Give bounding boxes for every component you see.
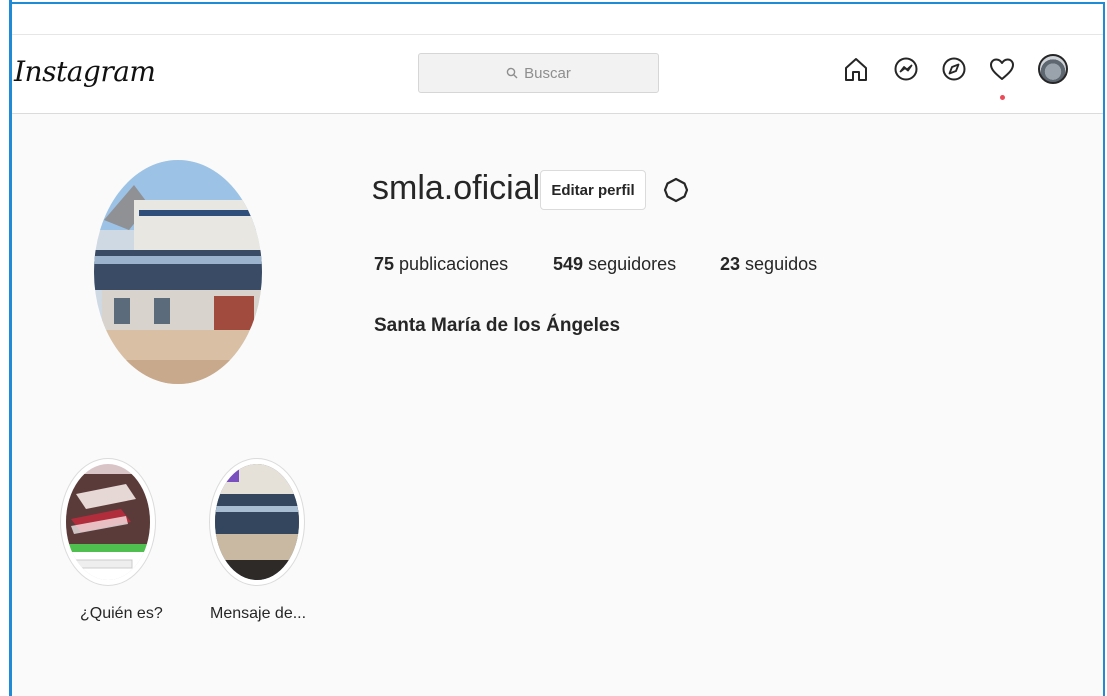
following-count[interactable]: 23 seguidos — [720, 254, 817, 275]
highlight-label[interactable]: ¿Quién es? — [80, 605, 163, 623]
school-building-photo — [94, 160, 262, 384]
highlight-cover-image — [66, 464, 150, 580]
followers-count[interactable]: 549 seguidores — [553, 254, 676, 275]
posts-number: 75 — [374, 254, 395, 274]
frame-border-right — [1103, 2, 1105, 696]
profile-picture[interactable] — [94, 160, 262, 384]
instagram-logo[interactable]: Instagram — [14, 55, 156, 88]
top-navigation-bar: Instagram Buscar — [12, 35, 1103, 114]
followers-label: seguidores — [588, 254, 677, 274]
home-icon[interactable] — [842, 55, 870, 83]
edit-profile-button[interactable]: Editar perfil — [540, 170, 646, 210]
highlight-cover-image — [215, 464, 299, 580]
settings-gear-icon[interactable] — [662, 176, 690, 204]
followers-number: 549 — [553, 254, 584, 274]
highlight-cover — [215, 464, 299, 580]
activity-heart-icon[interactable] — [988, 55, 1016, 83]
highlight-mensaje[interactable] — [209, 458, 305, 586]
search-placeholder: Buscar — [524, 64, 571, 82]
instagram-app: Instagram Buscar smla.oficial Editar per… — [12, 4, 1103, 696]
highlight-cover — [66, 464, 150, 580]
following-label: seguidos — [745, 254, 818, 274]
highlight-quien-es[interactable] — [60, 458, 156, 586]
profile-avatar[interactable] — [1038, 54, 1068, 84]
profile-full-name: Santa María de los Ángeles — [374, 315, 621, 336]
search-icon — [506, 67, 518, 79]
highlight-label[interactable]: Mensaje de... — [210, 605, 306, 623]
posts-label: publicaciones — [399, 254, 509, 274]
outer-margin — [0, 0, 9, 696]
explore-icon[interactable] — [940, 55, 968, 83]
browser-top-strip — [12, 4, 1103, 35]
following-number: 23 — [720, 254, 741, 274]
notification-dot — [1000, 95, 1005, 100]
messenger-icon[interactable] — [892, 55, 920, 83]
posts-count[interactable]: 75 publicaciones — [374, 254, 508, 275]
profile-username: smla.oficial — [372, 169, 541, 207]
search-input[interactable]: Buscar — [418, 53, 659, 93]
